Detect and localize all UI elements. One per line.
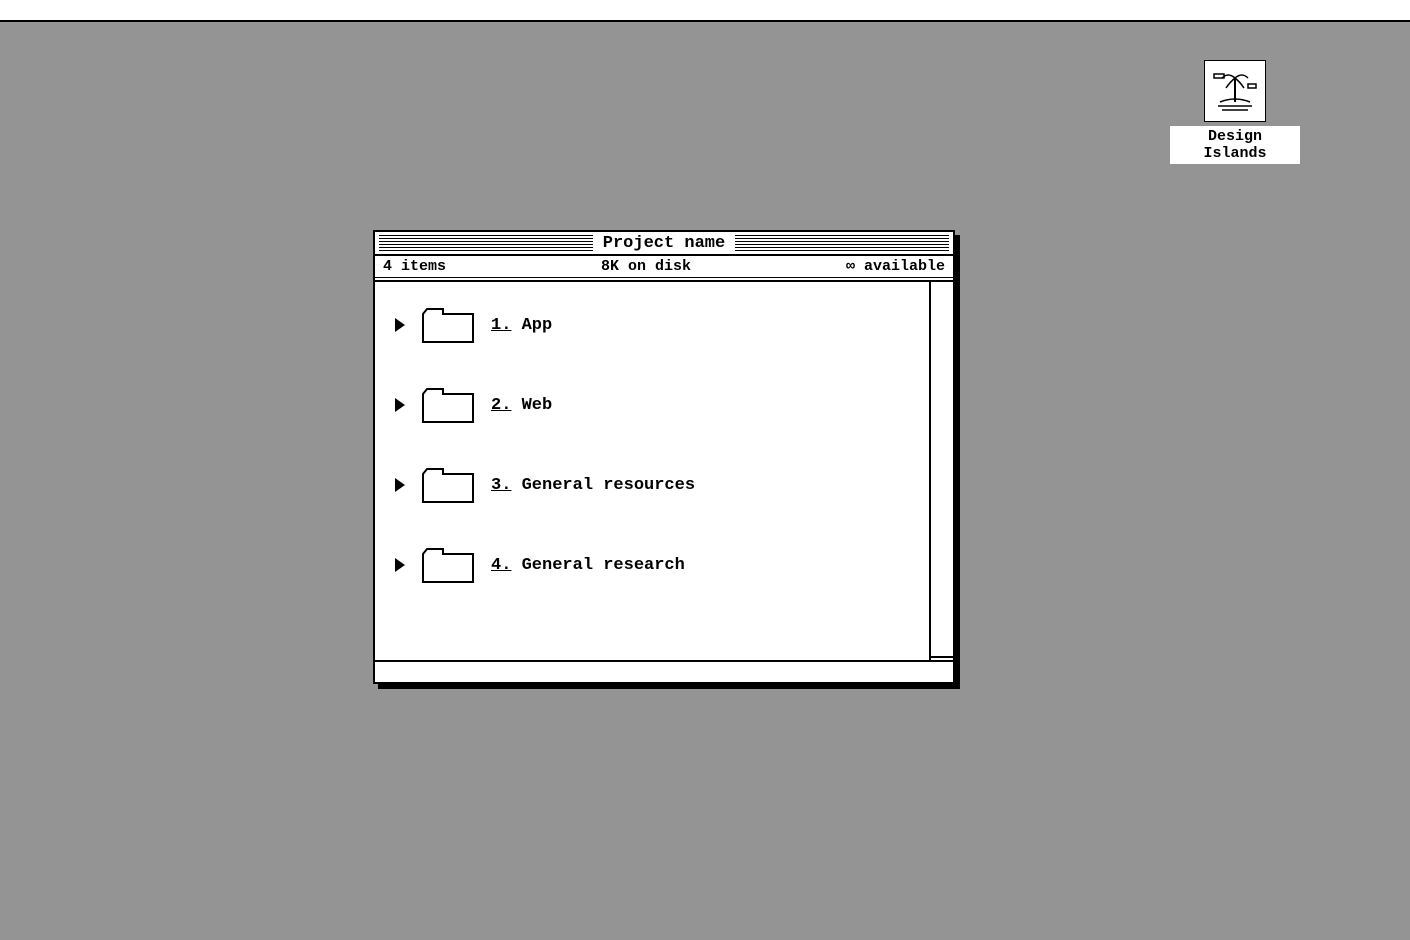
window-statusbar: 4 items 8K on disk ∞ available xyxy=(375,256,953,278)
disk-icon[interactable]: Design Islands xyxy=(1170,60,1300,164)
desktop[interactable]: Design Islands Project name 4 items 8K o… xyxy=(0,22,1410,940)
vertical-scrollbar[interactable] xyxy=(931,282,953,680)
folder-icon xyxy=(421,546,475,584)
folder-row[interactable]: 1. App xyxy=(395,306,909,344)
disk-label: Design Islands xyxy=(1170,126,1300,164)
status-disk: 8K on disk xyxy=(601,258,691,275)
window-title: Project name xyxy=(593,234,735,253)
file-list: 1. App 2. Web 3. General resources xyxy=(375,282,931,680)
menubar[interactable] xyxy=(0,0,1410,22)
horizontal-scrollbar[interactable] xyxy=(375,660,953,682)
folder-icon xyxy=(421,306,475,344)
folder-row[interactable]: 4. General research xyxy=(395,546,909,584)
window-content: 1. App 2. Web 3. General resources xyxy=(375,282,953,680)
folder-row[interactable]: 2. Web xyxy=(395,386,909,424)
status-available: ∞ available xyxy=(846,258,945,275)
folder-icon xyxy=(421,386,475,424)
finder-window: Project name 4 items 8K on disk ∞ availa… xyxy=(373,230,955,684)
disclosure-triangle-icon[interactable] xyxy=(395,478,405,492)
folder-label: 3. General resources xyxy=(491,476,695,495)
disclosure-triangle-icon[interactable] xyxy=(395,558,405,572)
island-icon xyxy=(1204,60,1266,122)
folder-label: 1. App xyxy=(491,316,552,335)
folder-row[interactable]: 3. General resources xyxy=(395,466,909,504)
disclosure-triangle-icon[interactable] xyxy=(395,318,405,332)
folder-label: 2. Web xyxy=(491,396,552,415)
status-items: 4 items xyxy=(383,258,446,275)
folder-label: 4. General research xyxy=(491,556,685,575)
window-titlebar[interactable]: Project name xyxy=(375,232,953,256)
disclosure-triangle-icon[interactable] xyxy=(395,398,405,412)
folder-icon xyxy=(421,466,475,504)
